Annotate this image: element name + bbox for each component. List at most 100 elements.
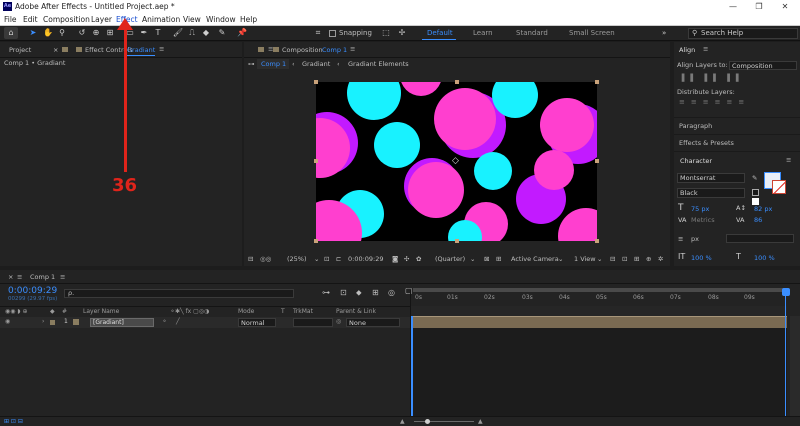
composition-tab-label[interactable]: Composition	[282, 45, 323, 55]
clone-stamp-icon[interactable]: ⎍	[186, 27, 198, 39]
menu-view[interactable]: View	[183, 13, 201, 26]
stroke-style-dropdown[interactable]	[726, 234, 794, 243]
panel-menu-icon[interactable]: ≡	[786, 155, 791, 165]
pen-tool-icon[interactable]: ✒	[138, 27, 150, 39]
camera-snapshot-icon[interactable]: ◙	[392, 254, 398, 264]
pan-behind-icon[interactable]: ⊞	[104, 27, 116, 39]
zoom-tool-icon[interactable]: ⚲	[56, 27, 68, 39]
home-icon[interactable]: ⌂	[4, 27, 18, 39]
trkmat-header[interactable]: TrkMat	[293, 307, 313, 317]
layer-label-color[interactable]	[50, 320, 55, 325]
panel-menu-icon[interactable]: ≡	[159, 44, 164, 54]
layer-handle[interactable]	[314, 159, 318, 163]
menu-layer[interactable]: Layer	[91, 13, 112, 26]
layer-visibility-icon[interactable]: ◉	[5, 317, 10, 327]
distribute-buttons[interactable]: ≡≡≡≡≡≡	[679, 98, 795, 108]
layer-handle[interactable]	[455, 80, 459, 84]
horizontal-scale-value[interactable]: 100 %	[754, 253, 775, 263]
panel-menu-icon[interactable]: ≡	[703, 44, 708, 54]
type-tool-icon[interactable]: T	[152, 27, 164, 39]
channel-icon[interactable]: ✣	[404, 254, 409, 264]
timeline-tab-menu-icon[interactable]: ≡	[60, 272, 65, 282]
share-view-icon[interactable]: ⊞	[634, 254, 639, 264]
anchor-point-icon[interactable]: ◇	[452, 156, 459, 166]
layer-duration-bar[interactable]	[411, 316, 787, 328]
menu-composition[interactable]: Composition	[43, 13, 90, 26]
time-ruler[interactable]: 0s 01s 02s 03s 04s 05s 06s 07s 08s 09s	[411, 292, 791, 306]
menu-help[interactable]: Help	[240, 13, 257, 26]
paragraph-section[interactable]: Paragraph	[674, 117, 800, 133]
fit-icon[interactable]: ⊡	[324, 254, 329, 264]
workspace-default[interactable]: Default	[427, 27, 453, 39]
reset-exposure-icon[interactable]: ⊕	[646, 254, 651, 264]
viewer-timecode[interactable]: 0:00:09:29	[348, 254, 384, 264]
toggle-switches-icon[interactable]: ⊞ ⊡ ⊟	[4, 417, 23, 426]
timeline-timecode[interactable]: 0:00:09:29	[8, 286, 57, 296]
zoom-slider-thumb[interactable]	[425, 419, 430, 424]
toggle-transparency-icon[interactable]: ⊠	[484, 254, 489, 264]
snapping-checkbox[interactable]	[329, 30, 336, 37]
stroke-unit[interactable]: px	[691, 234, 699, 244]
black-swatch[interactable]	[752, 189, 759, 196]
resolution-dropdown[interactable]: (Quarter)	[435, 254, 465, 264]
subtab-gradiant[interactable]: Gradiant	[302, 59, 330, 69]
timeline-search-field[interactable]: ρ.	[64, 289, 294, 298]
align-target-dropdown[interactable]: Composition	[729, 61, 797, 70]
eyedropper-icon[interactable]: ✎	[752, 173, 757, 183]
snap-settings-icon[interactable]: ✢	[396, 27, 408, 39]
zoom-in-icon[interactable]: ▲	[478, 417, 483, 426]
layer-row[interactable]: ◉ › 1 [Gradiant] ⚬ ╱ Normal ◎ None	[0, 317, 410, 328]
pin-tool-icon[interactable]: 📌	[236, 27, 248, 39]
close-button[interactable]: ✕	[772, 0, 798, 13]
font-style-dropdown[interactable]: Black	[677, 188, 745, 198]
minimize-button[interactable]: —	[720, 0, 746, 13]
layer-handle[interactable]	[314, 239, 318, 243]
draft-3d-icon[interactable]: ⊡	[340, 288, 347, 298]
tracking-value[interactable]: 86	[754, 215, 762, 225]
search-help-field[interactable]: ⚲ Search Help	[688, 28, 798, 39]
motion-blur-icon[interactable]: ◎	[388, 288, 395, 298]
shy-layers-icon[interactable]: ⬥	[356, 288, 362, 298]
trkmat-dropdown[interactable]	[293, 318, 333, 327]
pickwhip-icon[interactable]: ◎	[336, 317, 341, 327]
workspace-overflow-icon[interactable]: »	[662, 27, 666, 39]
menu-window[interactable]: Window	[206, 13, 236, 26]
mode-header[interactable]: Mode	[238, 307, 254, 317]
region-of-interest-icon[interactable]: ⊏	[336, 254, 341, 264]
zoom-dropdown[interactable]: (25%)	[287, 254, 307, 264]
roto-brush-icon[interactable]: ✎	[216, 27, 228, 39]
parent-link-header[interactable]: Parent & Link	[336, 307, 376, 317]
menu-animation[interactable]: Animation	[142, 13, 180, 26]
timeline-scrollbar[interactable]	[790, 316, 800, 422]
color-management-icon[interactable]: ✿	[416, 254, 421, 264]
zoom-slider-track[interactable]	[414, 421, 474, 422]
layer-handle[interactable]	[595, 239, 599, 243]
timeline-menu-icon[interactable]: ≡	[17, 272, 22, 282]
always-preview-icon[interactable]: ⊟	[248, 254, 253, 264]
menu-file[interactable]: File	[4, 13, 17, 26]
align-buttons[interactable]: ▐▌▐▌▐▌	[679, 74, 795, 84]
quality-switch-icon[interactable]: ╱	[176, 317, 180, 327]
menu-edit[interactable]: Edit	[23, 13, 38, 26]
rotate-tool-icon[interactable]: ↺	[76, 27, 88, 39]
effects-presets-section[interactable]: Effects & Presets	[674, 134, 800, 150]
parent-dropdown[interactable]: None	[346, 318, 400, 327]
views-dropdown[interactable]: 1 View	[574, 254, 596, 264]
exposure-icon[interactable]: ✲	[658, 254, 663, 264]
workspace-small-screen[interactable]: Small Screen	[569, 27, 615, 39]
tab-close-icon[interactable]: ×	[53, 45, 58, 55]
orbit-camera-icon[interactable]: ⊕	[90, 27, 102, 39]
tab-project[interactable]: Project	[9, 45, 31, 55]
grid-icon[interactable]: ⊞	[496, 254, 501, 264]
timeline-close-icon[interactable]: ×	[8, 272, 13, 282]
effect-controls-layer[interactable]: Gradiant	[127, 45, 155, 55]
workspace-standard[interactable]: Standard	[516, 27, 548, 39]
selection-tool-icon[interactable]: ➤	[27, 27, 39, 39]
stroke-color-swatch[interactable]	[772, 180, 786, 194]
layer-name-field[interactable]: [Gradiant]	[90, 318, 154, 327]
eraser-tool-icon[interactable]: ◆	[200, 27, 212, 39]
font-size-value[interactable]: 75 px	[691, 204, 709, 214]
collapse-transform-icon[interactable]: ⚬	[162, 317, 167, 327]
leading-value[interactable]: 82 px	[754, 204, 772, 214]
layer-handle[interactable]	[595, 159, 599, 163]
